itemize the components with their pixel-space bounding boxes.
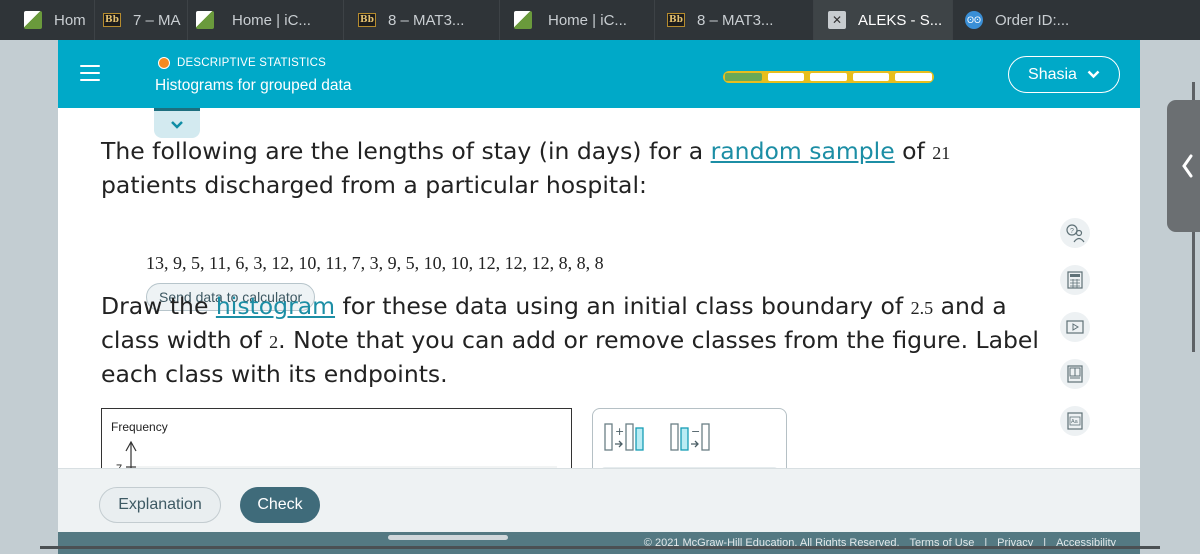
owl-icon: ʘʘ: [965, 11, 983, 29]
chevron-left-icon: [1182, 154, 1193, 178]
dictionary-icon[interactable]: Aa: [1060, 406, 1090, 436]
data-values: 13, 9, 5, 11, 6, 3, 12, 10, 11, 7, 3, 9,…: [146, 253, 604, 273]
user-menu-button[interactable]: Shasia: [1008, 56, 1120, 93]
check-button[interactable]: Check: [240, 487, 320, 523]
ask-instructor-icon[interactable]: ?: [1060, 218, 1090, 248]
svg-text:+: +: [615, 425, 624, 438]
question-text: The following are the lengths of stay (i…: [101, 137, 711, 165]
expand-side-panel-button[interactable]: [1167, 100, 1200, 232]
browser-tab[interactable]: Home | iC...: [500, 0, 655, 40]
browser-tab[interactable]: Bb 8 – MAT3...: [344, 0, 500, 40]
tab-label: 7 – MA: [133, 11, 181, 29]
svg-text:?: ?: [1070, 228, 1074, 235]
chevron-down-icon: [171, 121, 183, 129]
menu-icon[interactable]: [80, 65, 100, 83]
tab-label: Hom: [54, 11, 86, 29]
answer-footer: Explanation Check: [58, 468, 1140, 532]
browser-tab[interactable]: Bb 8 – MAT3...: [655, 0, 814, 40]
remove-class-icon[interactable]: −: [669, 421, 719, 455]
topic-header: DESCRIPTIVE STATISTICS Histograms for gr…: [58, 40, 1140, 108]
add-class-icon[interactable]: +: [603, 421, 653, 455]
user-name: Shasia: [1028, 65, 1077, 83]
question-text: for these data using an initial class bo…: [335, 292, 911, 320]
progress-segment: [767, 73, 805, 81]
random-sample-link[interactable]: random sample: [711, 137, 895, 165]
blackboard-icon: Bb: [358, 13, 376, 27]
initial-boundary: 2.5: [910, 298, 934, 318]
progress-segment: [852, 73, 890, 81]
question-intro: The following are the lengths of stay (i…: [101, 135, 1001, 201]
histogram-link[interactable]: histogram: [216, 292, 335, 320]
sample-size: 21: [932, 143, 951, 163]
svg-text:−: −: [691, 425, 700, 438]
chevron-down-icon: [1087, 70, 1100, 79]
blackboard-icon: Bb: [103, 13, 121, 27]
explanation-button[interactable]: Explanation: [99, 487, 221, 523]
blackboard-icon: Bb: [667, 13, 685, 27]
progress-segment: [895, 73, 932, 81]
window-scrollbar[interactable]: [40, 546, 1160, 549]
aleks-leaf-icon: [514, 11, 532, 29]
question-text: Draw the: [101, 292, 216, 320]
aleks-leaf-icon: [24, 11, 42, 29]
tab-label: 8 – MAT3...: [388, 11, 465, 29]
calculator-icon[interactable]: [1060, 265, 1090, 295]
class-width: 2: [269, 332, 279, 352]
aleks-leaf-icon: [196, 11, 214, 29]
tab-label: ALEKS - S...: [858, 11, 943, 29]
aleks-app: DESCRIPTIVE STATISTICS Histograms for gr…: [58, 40, 1140, 554]
status-dot-icon: [158, 57, 170, 69]
progress-segment: [810, 73, 847, 81]
question-instructions: Draw the histogram for these data using …: [101, 290, 1051, 390]
horizontal-scrollbar[interactable]: [388, 535, 508, 540]
side-tools: ? Aa: [1060, 218, 1100, 453]
copyright-bar: © 2021 McGraw-Hill Education. All Rights…: [58, 532, 1140, 554]
browser-tab[interactable]: Hom: [0, 0, 95, 40]
collapse-header-button[interactable]: [154, 108, 200, 138]
browser-tab[interactable]: Home | iC...: [188, 0, 344, 40]
ebook-icon[interactable]: [1060, 359, 1090, 389]
browser-tab-active[interactable]: ✕ ALEKS - S...: [814, 0, 953, 40]
category-label: DESCRIPTIVE STATISTICS: [177, 57, 327, 69]
tab-label: Home | iC...: [232, 11, 311, 29]
question-text: of: [894, 137, 933, 165]
browser-tab[interactable]: Bb 7 – MA: [95, 0, 188, 40]
tab-label: 8 – MAT3...: [697, 11, 774, 29]
browser-tab[interactable]: ʘʘ Order ID:...: [953, 0, 1123, 40]
video-icon[interactable]: [1060, 312, 1090, 342]
topic-title: Histograms for grouped data: [155, 77, 352, 94]
tab-label: Home | iC...: [548, 11, 627, 29]
question-text: patients discharged from a particular ho…: [101, 171, 647, 199]
tab-label: Order ID:...: [995, 11, 1070, 29]
progress-segment-complete: [725, 73, 762, 81]
svg-text:Aa: Aa: [1071, 419, 1079, 425]
close-icon[interactable]: ✕: [828, 11, 846, 29]
topic-category: DESCRIPTIVE STATISTICS: [158, 57, 326, 69]
browser-tab-bar: Hom Bb 7 – MA Home | iC... Bb 8 – MAT3..…: [0, 0, 1200, 40]
progress-bar: [723, 71, 934, 83]
